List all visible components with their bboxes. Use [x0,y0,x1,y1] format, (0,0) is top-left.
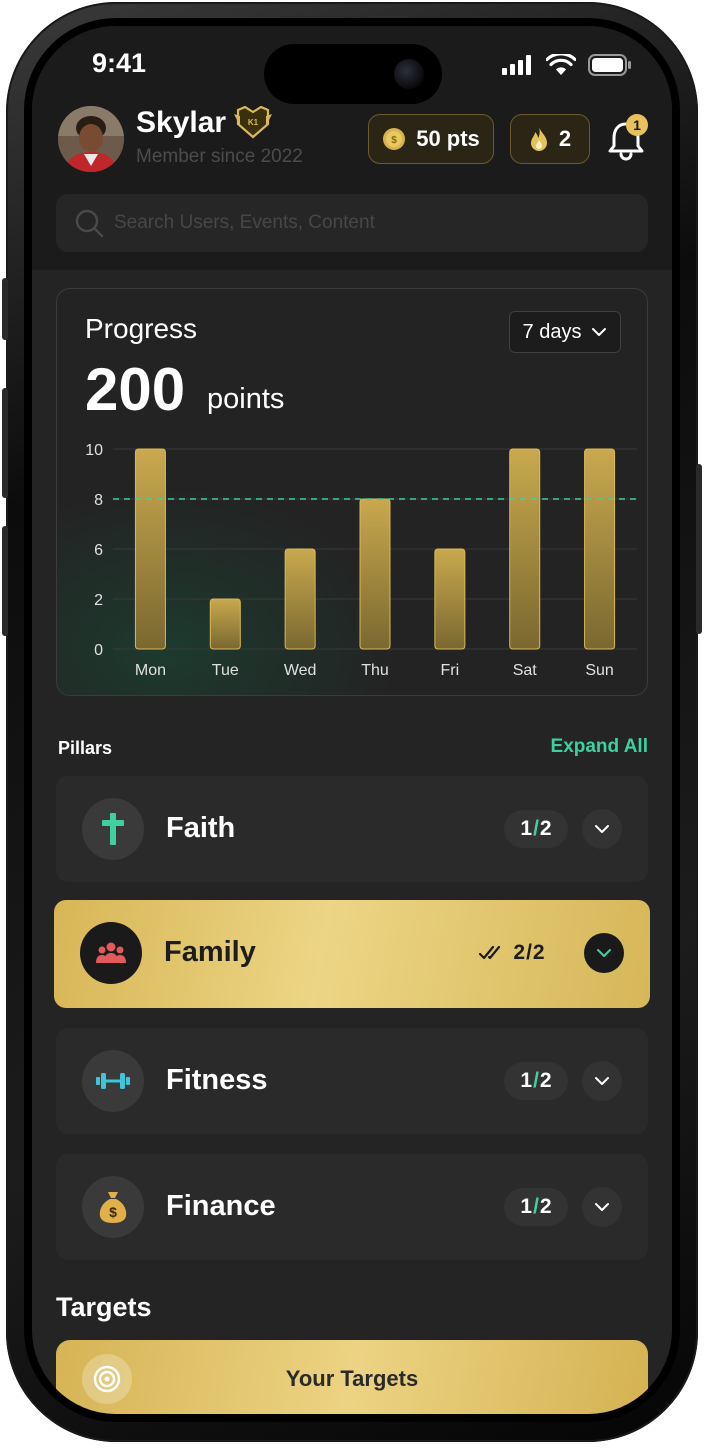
money-bag-icon: $ [82,1176,144,1238]
chevron-down-icon[interactable] [584,933,624,973]
battery-icon [588,54,631,76]
range-dropdown-label: 7 days [522,320,582,343]
search-bar[interactable] [56,194,648,252]
streak-count: 2 [558,126,572,151]
streak-pill[interactable]: 2 [510,114,590,164]
progress-title: Progress [85,313,198,344]
x-tick-label: Fri [441,662,460,679]
progress-card: 10 8 6 2 0 Mon Tue Wed Thu Fri Sat Sun Progress 200… [56,288,648,696]
cross-icon [82,798,144,860]
chart-bar-wed [284,548,316,650]
chevron-down-icon[interactable] [582,1187,622,1227]
search-input[interactable] [112,211,616,235]
rank-badge-label: K1 [248,118,259,127]
targets-title: Targets [56,1292,152,1322]
y-tick-label: 8 [94,492,103,509]
avatar[interactable] [58,106,124,172]
y-tick-label: 0 [94,642,103,659]
flame-icon [530,127,547,151]
search-icon [75,209,104,238]
pillar-name: Finance [166,1190,276,1222]
pillar-faith[interactable]: Faith 1/2 [56,776,648,882]
phone-side-button [696,464,702,634]
pillar-progress: 1/2 [504,1062,568,1100]
y-tick-label: 10 [85,442,103,459]
phone-side-button [2,278,8,340]
dumbbell-icon [82,1050,144,1112]
phone-side-button [2,388,8,498]
rank-badge-icon: K1 [234,106,272,139]
pillar-progress: 1/2 [504,810,568,848]
progress-points-value: 200 [85,356,186,423]
x-tick-label: Sun [585,662,613,679]
signal-icon [502,55,531,75]
status-time: 9:41 [92,48,147,78]
chevron-down-icon[interactable] [582,809,622,849]
range-dropdown[interactable]: 7 days [509,311,621,353]
svg-text:$: $ [391,135,397,146]
pillar-fitness[interactable]: Fitness 1/2 [56,1028,648,1134]
app-screen: 9:41 Skylar K1 Member since 2022 $ 50 pt… [32,26,672,1414]
pillar-finance[interactable]: $ Finance 1/2 [56,1154,648,1260]
chart-bar-thu [359,498,391,650]
x-tick-label: Wed [284,662,317,679]
coin-icon: $ [383,128,406,150]
phone-side-button [2,526,8,636]
chart-bar-sun [584,448,616,650]
points-pill[interactable]: $ 50 pts [368,114,494,164]
pillar-family[interactable]: Family 2/2 [54,900,650,1008]
family-icon [80,922,142,984]
x-tick-label: Sat [513,662,538,679]
chart-bar-sat [509,448,541,650]
pillar-name: Family [164,936,256,968]
x-tick-label: Tue [212,662,239,679]
chevron-down-icon[interactable] [582,1061,622,1101]
user-name: Skylar [136,106,227,139]
pillar-name: Faith [166,812,236,844]
status-icons [502,54,632,76]
camera-icon [394,59,424,89]
svg-text:$: $ [109,1204,117,1220]
points-pill-label: 50 pts [416,126,480,151]
y-tick-label: 6 [94,542,103,559]
pillars-label: Pillars [58,738,113,758]
chart-bar-fri [434,548,466,650]
wifi-icon [546,54,576,75]
x-tick-label: Mon [135,662,166,679]
your-targets-button[interactable]: Your Targets [56,1340,648,1414]
double-check-icon [479,945,501,960]
member-since: Member since 2022 [136,146,303,167]
pillar-progress: 1/2 [504,1188,568,1226]
chart-bar-mon [134,448,166,650]
chart-bar-tue [209,598,241,650]
dynamic-island [264,44,442,104]
your-targets-label: Your Targets [285,1366,419,1391]
pillar-name: Fitness [166,1064,268,1096]
chevron-down-icon [592,328,607,336]
avatar-image [58,106,124,172]
progress-points-unit: points [207,383,285,415]
x-tick-label: Thu [361,662,389,679]
notification-badge: 1 [626,114,648,136]
pillar-progress: 2/2 [462,934,562,972]
expand-all-link[interactable]: Expand All [551,736,648,758]
y-tick-label: 2 [94,592,103,609]
